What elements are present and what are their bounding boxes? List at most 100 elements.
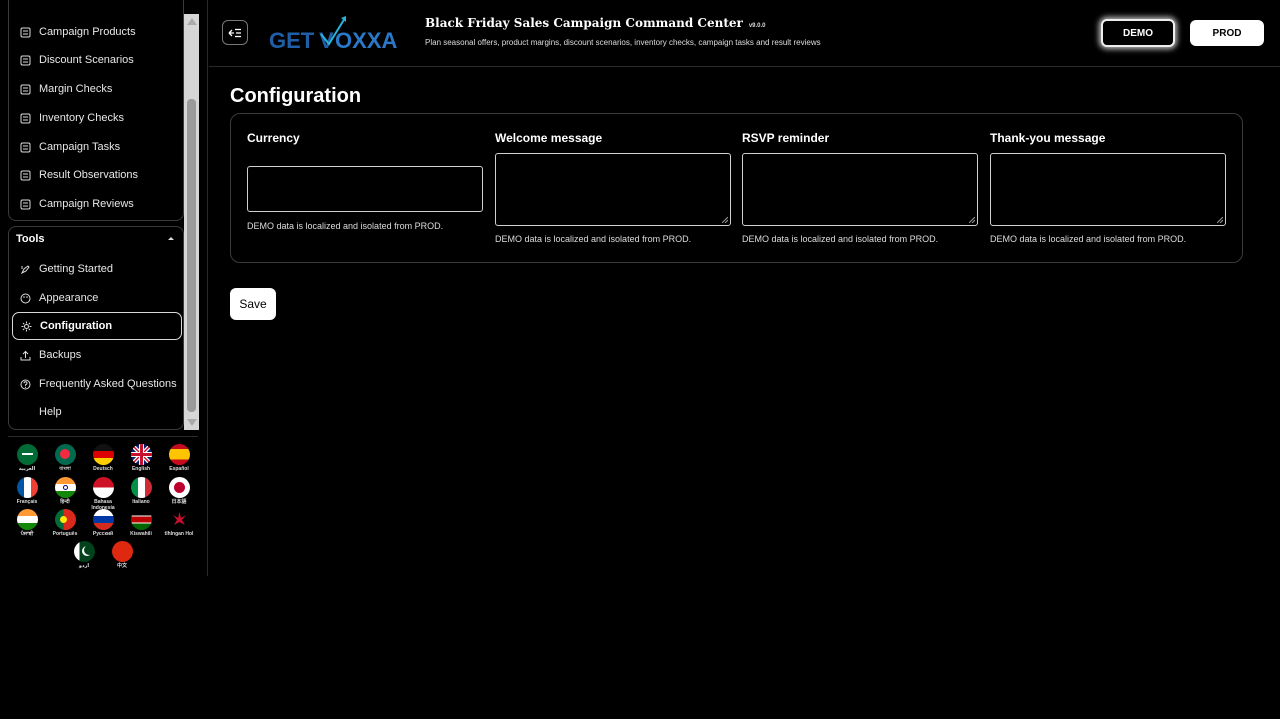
sidebar-item-label: Discount Scenarios — [39, 54, 134, 66]
sidebar-item-help[interactable]: Help — [12, 398, 182, 426]
language-selector: العربية বাংলা Deutsch English Español Fr… — [8, 436, 198, 576]
sidebar-item-discount-scenarios[interactable]: Discount Scenarios — [12, 46, 182, 74]
france-flag-icon — [16, 477, 38, 498]
language-italian[interactable]: Italiano — [123, 477, 159, 505]
rsvp-reminder-textarea[interactable] — [742, 153, 978, 226]
language-japanese[interactable]: 日本語 — [161, 477, 197, 505]
sidebar-nav: Campaign Products Discount Scenarios Mar… — [0, 0, 200, 432]
scroll-up-arrow-icon[interactable] — [187, 18, 197, 25]
currency-label: Currency — [247, 131, 300, 145]
help-icon — [20, 407, 31, 418]
language-german[interactable]: Deutsch — [85, 444, 121, 472]
language-punjabi[interactable]: ਪੰਜਾਬੀ — [9, 509, 45, 537]
language-label: العربية — [18, 466, 36, 472]
language-label: 中文 — [116, 563, 127, 569]
scrollbar-thumb[interactable] — [187, 99, 196, 412]
sidebar-item-label: Backups — [39, 349, 82, 361]
sidebar-item-campaign-products[interactable]: Campaign Products — [12, 18, 182, 46]
sidebar-item-campaign-reviews[interactable]: Campaign Reviews — [12, 190, 182, 218]
language-swahili[interactable]: Kiswahili — [123, 509, 159, 537]
language-bengali[interactable]: বাংলা — [47, 444, 83, 472]
language-label: Français — [16, 499, 38, 505]
resize-handle-icon[interactable] — [969, 217, 975, 223]
sidebar: Campaign Products Discount Scenarios Mar… — [0, 0, 208, 576]
language-label: Deutsch — [93, 466, 113, 472]
sidebar-item-appearance[interactable]: Appearance — [12, 284, 182, 312]
currency-help: DEMO data is localized and isolated from… — [247, 221, 444, 231]
language-english[interactable]: English — [123, 444, 159, 472]
language-french[interactable]: Français — [9, 477, 45, 505]
language-label: Italiano — [132, 499, 150, 505]
sidebar-item-margin-checks[interactable]: Margin Checks — [12, 75, 182, 103]
sidebar-item-label: Appearance — [39, 292, 99, 304]
list-icon — [20, 55, 31, 66]
rocket-icon — [20, 264, 31, 275]
language-label: Português — [52, 531, 78, 537]
list-icon — [20, 113, 31, 124]
thank-you-message-textarea[interactable] — [990, 153, 1226, 226]
sidebar-item-label: Campaign Products — [39, 26, 136, 38]
nav-group-tools: Tools Getting Started Appearance Configu… — [8, 226, 184, 430]
language-indonesian[interactable]: Bahasa Indonesia — [85, 477, 121, 511]
china-flag-icon — [111, 541, 133, 562]
sidebar-item-campaign-tasks[interactable]: Campaign Tasks — [12, 133, 182, 161]
sidebar-item-label: Frequently Asked Questions — [39, 378, 177, 390]
currency-input[interactable] — [247, 166, 483, 212]
russia-flag-icon — [92, 509, 114, 530]
scroll-down-arrow-icon[interactable] — [187, 419, 197, 426]
language-urdu[interactable]: اردو — [66, 541, 102, 569]
sidebar-item-getting-started[interactable]: Getting Started — [12, 255, 182, 283]
welcome-message-help: DEMO data is localized and isolated from… — [495, 234, 692, 244]
language-russian[interactable]: Русский — [85, 509, 121, 537]
list-icon — [20, 199, 31, 210]
demo-button[interactable]: DEMO — [1101, 19, 1175, 47]
bangladesh-flag-icon — [54, 444, 76, 465]
germany-flag-icon — [92, 444, 114, 465]
welcome-message-textarea[interactable] — [495, 153, 731, 226]
sidebar-item-label: Inventory Checks — [39, 112, 124, 124]
collapse-sidebar-icon — [228, 28, 241, 37]
sidebar-item-configuration[interactable]: Configuration — [12, 312, 182, 340]
language-label: বাংলা — [59, 466, 71, 472]
save-button[interactable]: Save — [230, 288, 276, 320]
sidebar-item-label: Result Observations — [39, 169, 139, 181]
question-icon — [20, 379, 31, 390]
sidebar-item-result-observations[interactable]: Result Observations — [12, 161, 182, 189]
language-label: English — [131, 466, 151, 472]
app-title-text: Black Friday Sales Campaign Command Cent… — [425, 16, 743, 30]
language-label: 日本語 — [171, 499, 187, 505]
sidebar-item-backups[interactable]: Backups — [12, 341, 182, 369]
sidebar-item-faq[interactable]: Frequently Asked Questions — [12, 370, 182, 398]
collapse-sidebar-button[interactable] — [222, 20, 248, 45]
app-version: v9.0.0 — [748, 23, 766, 29]
resize-handle-icon[interactable] — [1217, 217, 1223, 223]
sidebar-item-label: Margin Checks — [39, 83, 113, 95]
tools-header[interactable]: Tools — [16, 233, 45, 245]
configuration-card: Currency DEMO data is localized and isol… — [230, 113, 1243, 263]
language-chinese[interactable]: 中文 — [104, 541, 140, 569]
language-portuguese[interactable]: Português — [47, 509, 83, 537]
svg-text:OXXA: OXXA — [335, 28, 397, 52]
language-arabic[interactable]: العربية — [9, 444, 45, 472]
language-label: Español — [169, 466, 189, 472]
chevron-up-icon[interactable] — [168, 237, 174, 240]
rsvp-reminder-help: DEMO data is localized and isolated from… — [742, 234, 939, 244]
prod-button[interactable]: PROD — [1190, 20, 1264, 46]
sidebar-item-label: Campaign Reviews — [39, 198, 134, 210]
sidebar-scrollbar[interactable] — [184, 14, 199, 430]
thank-you-message-help: DEMO data is localized and isolated from… — [990, 234, 1187, 244]
language-klingon[interactable]: tlhIngan Hol — [161, 509, 197, 537]
sidebar-item-label: Help — [39, 406, 62, 418]
resize-handle-icon[interactable] — [722, 217, 728, 223]
language-label: Русский — [92, 531, 114, 537]
india-flag-icon — [16, 509, 38, 530]
sidebar-item-inventory-checks[interactable]: Inventory Checks — [12, 104, 182, 132]
portugal-flag-icon — [54, 509, 76, 530]
spain-flag-icon — [168, 444, 190, 465]
app-header: GET V OXXA Black Friday Sales Campaign C… — [209, 0, 1280, 67]
language-spanish[interactable]: Español — [161, 444, 197, 472]
india-flag-icon — [54, 477, 76, 498]
app-title: Black Friday Sales Campaign Command Cent… — [425, 16, 766, 30]
klingon-emblem-icon — [168, 509, 190, 530]
language-hindi[interactable]: हिन्दी — [47, 477, 83, 505]
